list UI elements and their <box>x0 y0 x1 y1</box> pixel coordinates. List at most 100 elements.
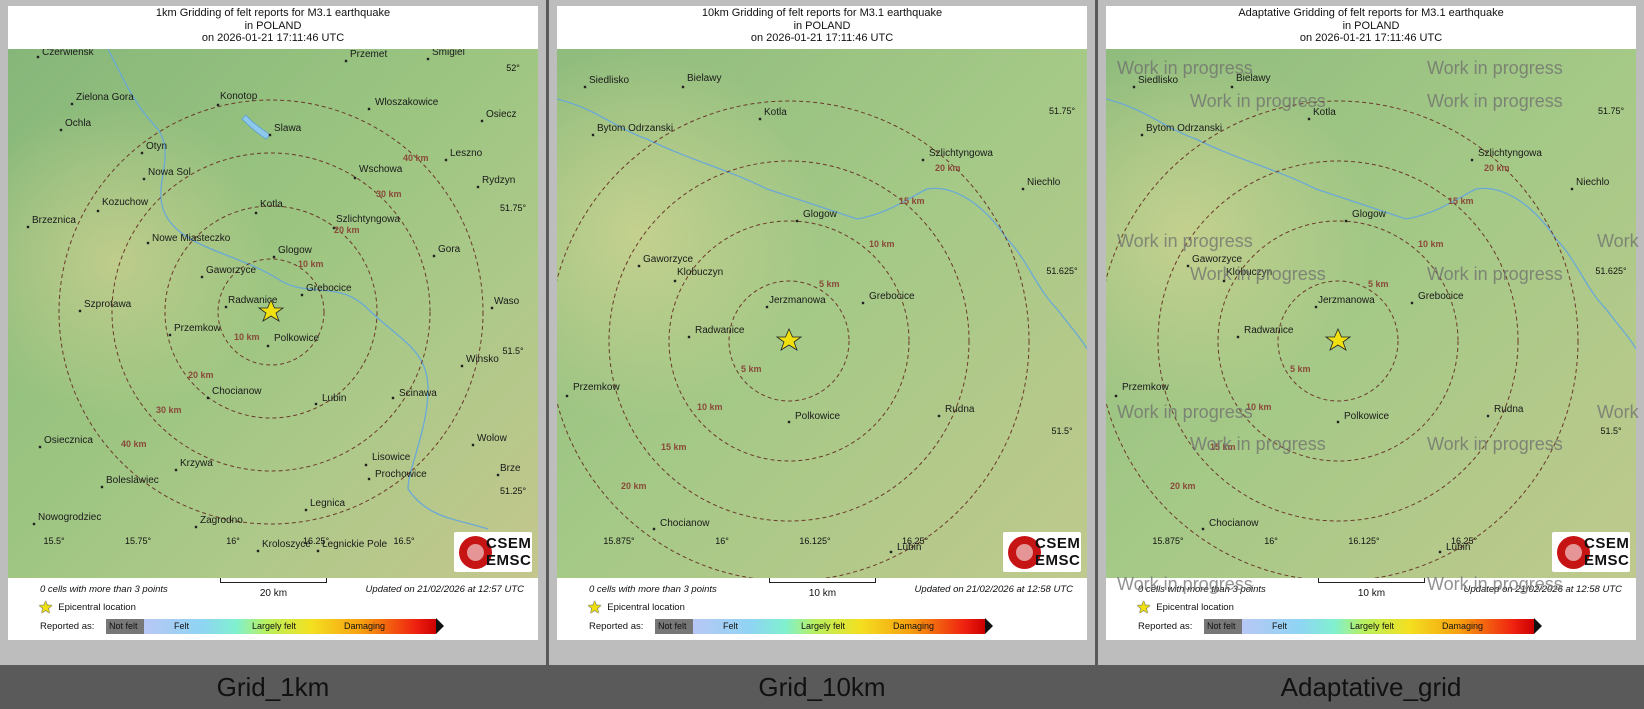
latitude-label: 51.5° <box>1600 426 1622 436</box>
title-line: on 2026-01-21 17:11:46 UTC <box>201 32 345 44</box>
star-icon: ★ <box>1136 598 1152 617</box>
longitude-label: 16° <box>226 536 240 546</box>
city-marker <box>460 364 464 368</box>
city-label: Osiecznica <box>44 435 93 446</box>
city-marker <box>1140 133 1144 137</box>
map-view[interactable]: Czerwiensk Przemet Smigiel Zielona Gora Kono… <box>8 49 538 578</box>
logo-text: CSEM <box>1584 535 1630 552</box>
city-label: Brzeznica <box>32 215 76 226</box>
map-card: Adaptative Gridding of felt reports for … <box>1106 6 1644 640</box>
ring-distance-label: 20 km <box>935 163 961 173</box>
city-label: Gaworzyce <box>206 265 256 276</box>
city-marker <box>795 219 799 223</box>
city-marker <box>476 185 480 189</box>
city-marker <box>142 177 146 181</box>
city-marker <box>921 158 925 162</box>
reported-as-label: Reported as: <box>1138 621 1193 632</box>
ring-distance-label: 10 km <box>1246 402 1272 412</box>
title-line: in POLAND <box>1342 19 1400 32</box>
map-view[interactable]: Siedlisko Bielawy Kotla Bytom Odrzanski Szli… <box>1106 49 1636 578</box>
longitude-label: 16.25° <box>1451 536 1478 546</box>
intensity-colorbar: Not felt Felt Largely felt Damaging <box>1204 618 1542 636</box>
city-marker <box>758 117 762 121</box>
csem-emsc-logo: CSEM EMSC <box>1552 532 1630 572</box>
colorbar-arrow-icon <box>985 618 993 634</box>
city-marker <box>38 445 42 449</box>
longitude-label: 16.25° <box>902 536 929 546</box>
city-marker <box>1236 335 1240 339</box>
city-marker <box>1114 394 1118 398</box>
city-marker <box>444 158 448 162</box>
city-marker <box>1021 187 1025 191</box>
logo-text: CSEM <box>1035 535 1081 552</box>
distance-scale: 10 km <box>1318 578 1425 600</box>
colorbar-arrow-icon <box>436 618 444 634</box>
city-marker <box>490 306 494 310</box>
city-marker <box>272 255 276 259</box>
city-marker <box>36 55 40 59</box>
scale-label: 10 km <box>808 588 837 599</box>
city-marker <box>367 107 371 111</box>
city-label: Osiecz <box>486 109 517 120</box>
city-marker <box>224 305 228 309</box>
distance-scale: 10 km <box>769 578 876 600</box>
city-label: Siedlisko <box>589 75 629 86</box>
ring-distance-label: 15 km <box>899 196 925 206</box>
city-marker <box>937 414 941 418</box>
ring-distance-label: 30 km <box>376 189 402 199</box>
updated-note: Updated on 21/02/2026 at 12:57 UTC <box>365 584 524 595</box>
updated-note: Updated on 21/02/2026 at 12:58 UTC <box>914 584 1073 595</box>
city-marker <box>765 305 769 309</box>
city-label: Wolow <box>477 433 508 444</box>
city-label: Prochowice <box>375 469 427 480</box>
colorbar-label: Felt <box>1272 621 1288 631</box>
longitude-label: 15.875° <box>603 536 635 546</box>
colorbar-label: Largely felt <box>252 621 297 631</box>
city-label: Bytom Odrzanski <box>597 123 673 134</box>
city-marker <box>314 402 318 406</box>
latitude-label: 51.25° <box>500 486 527 496</box>
city-marker <box>200 275 204 279</box>
epicenter-legend: ★ Epicentral location <box>587 599 685 616</box>
longitude-label: 16.125° <box>1348 536 1380 546</box>
intensity-colorbar: Not felt Felt Largely felt Damaging <box>655 618 993 636</box>
ring-distance-label: 10 km <box>1418 239 1444 249</box>
ring-distance-label: 10 km <box>697 402 723 412</box>
city-label: Bielawy <box>1236 73 1270 84</box>
city-label: Szlichtyngowa <box>336 214 400 225</box>
city-label: Przemet <box>350 49 387 60</box>
logo-text: EMSC <box>486 552 532 569</box>
city-label: Nowa Sol <box>148 167 191 178</box>
city-marker <box>96 209 100 213</box>
city-label: Glogow <box>803 209 838 220</box>
city-label: Wloszakowice <box>375 97 439 108</box>
city-label: Szlichtyngowa <box>1478 148 1542 159</box>
panel-caption: Grid_1km <box>216 672 330 702</box>
city-label: Waso <box>494 296 520 307</box>
map-title: 10km Gridding of felt reports for M3.1 e… <box>557 7 1087 45</box>
epicenter-legend-label: Epicentral location <box>58 602 136 613</box>
map-card: 10km Gridding of felt reports for M3.1 e… <box>557 6 1087 640</box>
logo-text: EMSC <box>1584 552 1630 569</box>
colorbar-label: Largely felt <box>801 621 846 631</box>
city-label: Grebocice <box>306 283 352 294</box>
city-marker <box>100 485 104 489</box>
city-label: Otyn <box>146 141 167 152</box>
city-label: Chocianow <box>1209 518 1259 529</box>
ring-distance-label: 15 km <box>1448 196 1474 206</box>
ring-distance-label: 40 km <box>403 153 429 163</box>
city-label: Gora <box>438 244 461 255</box>
city-marker <box>391 396 395 400</box>
city-label: Szprotawa <box>84 299 132 310</box>
city-marker <box>256 549 260 553</box>
city-marker <box>1201 527 1205 531</box>
reported-as-label: Reported as: <box>589 621 644 632</box>
city-label: Leszno <box>450 148 483 159</box>
title-line: 10km Gridding of felt reports for M3.1 e… <box>701 7 943 19</box>
colorbar-label: Not felt <box>1207 621 1236 631</box>
city-marker <box>652 527 656 531</box>
epicenter-legend: ★ Epicentral location <box>38 599 136 616</box>
city-marker <box>889 550 893 554</box>
map-view[interactable]: Siedlisko Bielawy Kotla Bytom Odrzanski Szli… <box>557 49 1087 578</box>
city-marker <box>673 279 677 283</box>
